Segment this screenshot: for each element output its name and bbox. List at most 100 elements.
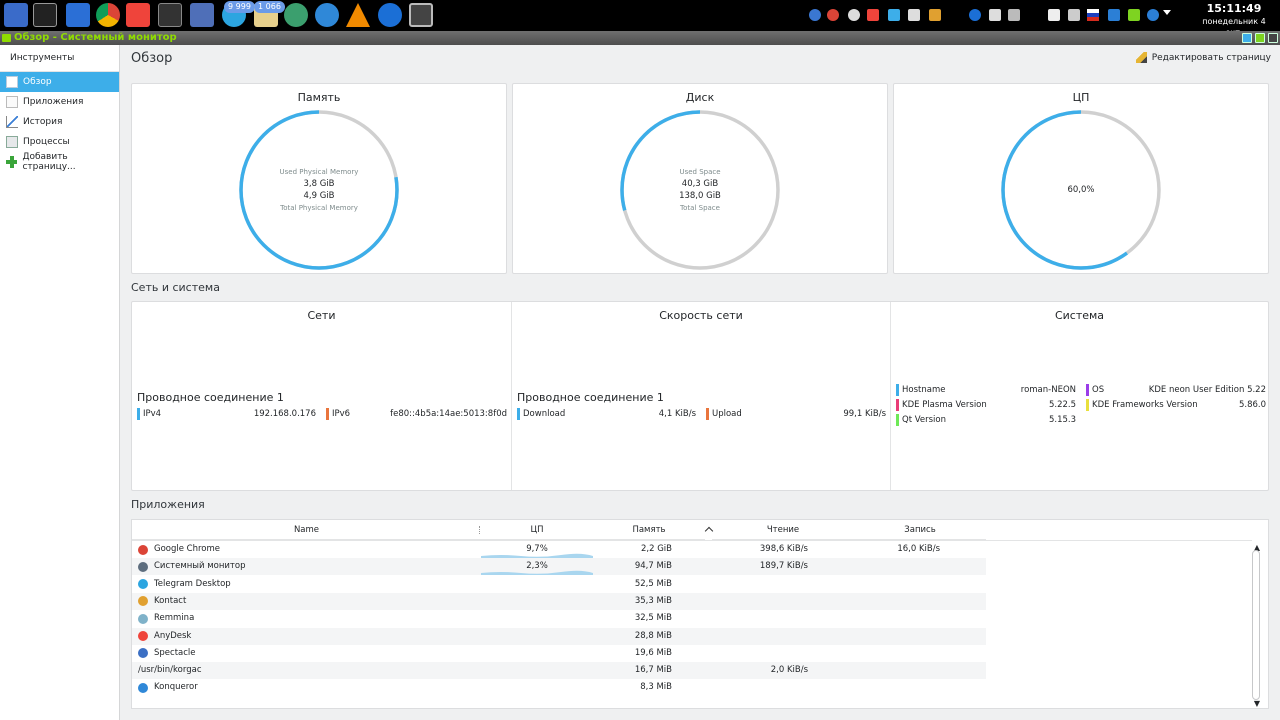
frameworks-value: 5.86.0 [1238,400,1266,410]
cpu-gauge-text: 60,0% [1006,184,1156,196]
column-header-write[interactable]: Запись [854,520,986,540]
maximize-button[interactable] [1255,33,1265,43]
sidebar-item-label: Процессы [23,137,70,147]
table-row[interactable]: Konqueror 8,3 MiB [132,679,986,696]
remmina-icon[interactable] [284,3,308,27]
app-name: Remmina [154,613,195,624]
app-cpu-cell [481,610,593,627]
close-button[interactable] [1268,33,1278,43]
tools-icon[interactable] [33,3,57,27]
table-row[interactable]: Remmina 32,5 MiB [132,610,986,627]
column-header-name[interactable]: Name [132,520,481,540]
app-read-cell: 398,6 KiB/s [759,544,808,554]
app-write-cell [872,558,940,575]
scroll-down-arrow-icon[interactable]: ▼ [1254,700,1260,708]
keyboard-layout-tray-icon[interactable] [1087,9,1099,21]
sidebar-item-processes[interactable]: Процессы [0,132,119,152]
disk-total-label: Total Space [680,204,720,212]
app-name: Telegram Desktop [154,578,231,589]
app-cpu-cell [481,628,593,645]
table-row[interactable]: Google Chrome 9,7% 2,2 GiB 398,6 KiB/s 16,0 … [132,541,986,558]
table-row[interactable]: /usr/bin/korgac 16,7 MiB 2,0 KiB/s [132,662,986,680]
minimize-button[interactable] [1242,33,1252,43]
media-tray-icon[interactable] [848,9,860,21]
telegram-icon [138,579,148,590]
sidebar-item-label: Приложения [23,97,84,107]
window-titlebar[interactable]: Обзор - Системный монитор [0,31,1280,45]
teamviewer-icon[interactable] [378,3,402,27]
store-icon[interactable] [66,3,90,27]
memory-card: Память Used Physical Memory 3,8 GiB 4,9 … [131,83,507,274]
app-write-cell [872,610,940,627]
volume-tray-icon[interactable] [1068,9,1080,21]
sidebar-item-history[interactable]: История [0,112,119,132]
upload-row: Upload 99,1 KiB/s [706,408,886,420]
window-icon[interactable] [2,34,11,42]
app-cpu-cell [481,645,593,662]
plasma-color-bar [896,399,899,411]
bluetooth-tray-icon[interactable] [1108,9,1120,21]
ipv4-label: IPv4 [143,409,162,419]
chrome-icon[interactable] [96,3,120,27]
app-write-cell [872,645,940,662]
table-row[interactable]: Telegram Desktop 52,5 MiB [132,576,986,593]
konqueror-icon [138,682,148,693]
app-memory-cell: 32,5 MiB [634,613,672,624]
app-write-cell [872,679,940,696]
table-row[interactable]: Системный монитор 2,3% 94,7 MiB 189,7 KiB/s [132,558,986,576]
download-label: Download [523,409,566,419]
vlc-icon[interactable] [346,3,370,27]
ipv4-color-bar [137,408,140,420]
tray-expand-icon[interactable] [1163,10,1171,15]
sidebar-item-label: История [23,117,63,127]
sidebar-item-overview[interactable]: Обзор [0,72,119,92]
app-write-cell [872,628,940,645]
column-header-read[interactable]: Чтение [712,520,854,540]
system-monitor-icon[interactable] [409,3,433,27]
download-color-bar [517,408,520,420]
plasma-label: KDE Plasma Version [902,400,987,410]
screenshot-icon[interactable] [190,3,214,27]
teamviewer-tray-icon[interactable] [969,9,981,21]
konqueror-icon[interactable] [315,3,339,27]
memory-total-label: Total Physical Memory [280,204,358,212]
cpu-gauge [1001,110,1161,270]
plasma-row: KDE Plasma Version 5.22.5 [896,399,1076,411]
app-read-cell: 189,7 KiB/s [759,561,808,572]
table-row[interactable]: AnyDesk 28,8 MiB [132,627,986,645]
memory-used-label: Used Physical Memory [279,168,359,176]
anydesk-icon[interactable] [126,3,150,27]
anydesk-tray-icon[interactable] [867,9,879,21]
sidebar-item-add-page[interactable]: Добавить страницу... [0,152,119,172]
app-cpu-cell [481,679,593,696]
notifications-tray-icon[interactable] [929,9,941,21]
table-row[interactable]: Kontact 35,3 MiB [132,592,986,610]
chrome-tray-icon[interactable] [827,9,839,21]
app-name: Spectacle [154,647,196,658]
app-launcher-icon[interactable] [4,3,28,27]
ipv6-row: IPv6 fe80::4b5a:14ae:5013:8f0d [326,408,507,420]
upload-color-bar [706,408,709,420]
mail-tray-icon[interactable] [989,9,1001,21]
column-header-cpu[interactable]: ЦП [481,520,593,540]
column-header-memory[interactable]: Память [593,520,705,540]
vertical-scrollbar[interactable] [1252,550,1260,700]
kde-connect-tray-icon[interactable] [888,9,900,21]
table-row[interactable]: Spectacle 19,6 MiB [132,645,986,662]
documents-tray-icon[interactable] [1048,9,1060,21]
network-connection-name: Проводное соединение 1 [137,391,284,404]
info-tray-icon[interactable] [809,9,821,21]
app-read-cell: 2,0 KiB/s [770,665,808,676]
app-name-cell: Telegram Desktop [138,576,468,593]
ipv6-label: IPv6 [332,409,351,419]
sidebar-item-applications[interactable]: Приложения [0,92,119,112]
terminal-icon[interactable] [158,3,182,27]
network-tray-icon[interactable] [1128,9,1140,21]
monitor-tray-icon[interactable] [1008,9,1020,21]
edit-page-button[interactable]: Редактировать страницу [1135,52,1271,63]
apps-section-title: Приложения [131,498,205,511]
app-name-cell: /usr/bin/korgac [138,662,468,679]
clipboard-tray-icon[interactable] [908,9,920,21]
bluetooth-device-tray-icon[interactable] [1147,9,1159,21]
app-memory-cell: 52,5 MiB [634,578,672,589]
